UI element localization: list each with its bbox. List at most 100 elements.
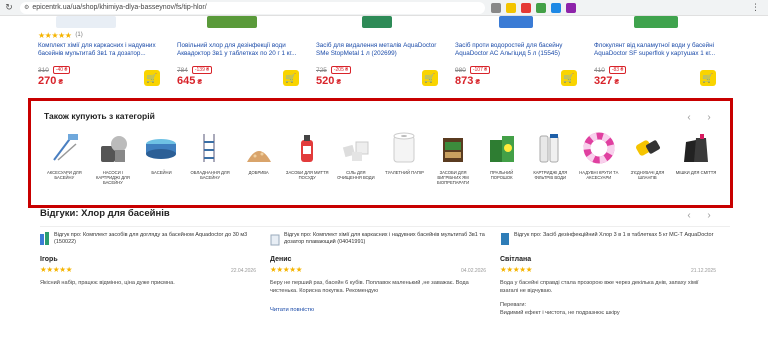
category-item[interactable]: Засоби для вигрібних ям біопрепарати [429,130,478,190]
product-title[interactable]: Засіб проти водоростей для басейну AquaD… [455,42,581,60]
url-text: epicentrk.ua/ua/shop/khimiya-dlya-bassey… [32,4,207,11]
product-title[interactable]: Засіб для видалення металів AquaDoctor S… [316,42,442,60]
discount-badge: -139 ₴ [191,66,213,74]
product-card[interactable]: Засіб проти водоростей для басейну AquaD… [451,16,585,96]
category-item[interactable]: Картриджі для фільтрів води [526,130,575,190]
old-price: 410 [594,66,605,74]
category-item[interactable]: Надувні круги та аксесуари [575,130,624,190]
category-label: Картриджі для фільтрів води [533,170,568,181]
product-carousel: ★★★★★ (1) Комплект хімії для каркасних і … [34,16,730,96]
product-card[interactable]: ★★★★★ (1) Комплект хімії для каркасних і … [34,16,168,96]
product-image[interactable] [594,16,720,30]
category-item[interactable]: Насоси і картриджі для басейну [89,130,138,190]
cart-icon: 🛒 [702,72,714,83]
swim-ring-icon [581,130,617,166]
discount-badge: -205 ₴ [330,66,352,74]
category-item[interactable]: Пральний порошок [477,130,526,190]
product-card[interactable]: Засіб для видалення металів AquaDoctor S… [312,16,446,96]
extension-icon[interactable] [566,2,576,13]
product-title[interactable]: Комплект хімії для каркасних і надувних … [38,42,164,60]
category-label: Сіль для очищення води [337,170,375,181]
product-thumbnail[interactable] [40,232,50,246]
rating-stars [177,30,303,40]
add-to-cart-button[interactable]: 🛒 [422,70,438,86]
review-card: Відгук про: Комплект засобів для догляду… [40,232,270,338]
category-item[interactable]: Добрива [234,130,283,190]
site-info-icon[interactable]: ⚙ [24,4,29,11]
product-image[interactable] [455,16,581,30]
extension-icon[interactable] [551,2,561,13]
review-text: Якісний набір, працює відмінно, ціна дуж… [40,280,175,286]
product-thumbnail[interactable] [500,232,510,246]
carousel-next-button[interactable]: › [703,111,715,123]
pool-accessories-icon [46,130,82,166]
old-price: 725 [316,66,327,74]
dish-soap-icon [289,130,325,166]
cart-icon: 🛒 [563,72,575,83]
extension-icon[interactable] [521,2,531,13]
discount-badge: -40 ₴ [52,66,71,74]
rating-stars [316,30,442,40]
reviewer-name: Денис [270,256,292,263]
review-product-link[interactable]: Відгук про: Комплект хімії для каркасних… [284,232,486,246]
extension-icon[interactable] [536,2,546,13]
water-filter-icon [532,130,568,166]
add-to-cart-button[interactable]: 🛒 [283,70,299,86]
category-item[interactable]: Сіль для очищення води [332,130,381,190]
discount-badge: -107 ₴ [469,66,491,74]
add-to-cart-button[interactable]: 🛒 [561,70,577,86]
product-image[interactable] [38,16,164,30]
review-product-link[interactable]: Відгук про: Засіб дезінфекційний Хлор 3 … [514,232,713,239]
rating-stars [455,30,581,40]
cart-icon: 🛒 [146,72,158,83]
rating-stars [594,30,720,40]
add-to-cart-button[interactable]: 🛒 [700,70,716,86]
review-pros-title: Переваги: [500,302,527,308]
reviews-prev-button[interactable]: ‹ [683,209,695,221]
review-product-link[interactable]: Відгук про: Комплект засобів для догляду… [54,232,256,246]
read-more-link[interactable]: Читати повністю [270,307,486,313]
product-card[interactable]: Флокулянт від каламутної води у басейні … [590,16,724,96]
category-item[interactable]: Туалетний папір [380,130,429,190]
pool-icon [143,130,179,166]
more-menu-icon[interactable]: ⋮ [751,2,760,13]
product-image[interactable] [177,16,303,30]
carousel-prev-button[interactable]: ‹ [683,111,695,123]
review-count[interactable]: (1) [75,32,82,38]
add-to-cart-button[interactable]: 🛒 [144,70,160,86]
reviews-list: Відгук про: Комплект засобів для догляду… [40,232,730,338]
category-label: Надувні круги та аксесуари [579,170,619,181]
category-label: Засоби для вигрібних ям біопрепарати [436,170,470,186]
category-item[interactable]: Басейни [137,130,186,190]
star-icon[interactable] [506,2,516,13]
product-card[interactable]: Повільний хлор для дезінфекції води Аква… [173,16,307,96]
discount-badge: -83 ₴ [608,66,627,74]
review-date: 04.02.2026 [460,268,486,274]
category-item[interactable]: Обладнання для басейну [186,130,235,190]
category-label: Басейни [151,170,172,175]
rating-stars: ★★★★★ [500,265,533,274]
categories-title: Також купують з категорій [44,111,155,121]
review-card: Відгук про: Засіб дезінфекційний Хлор 3 … [500,232,730,338]
category-item[interactable]: З'єднувачі для шлангів [623,130,672,190]
product-image[interactable] [316,16,442,30]
rating-stars: ★★★★★ [270,265,303,274]
category-item[interactable]: Мішки для сміття [672,130,721,190]
category-label: Туалетний папір [385,170,424,175]
category-label: Аксесуари для басейну [46,170,82,181]
reviews-next-button[interactable]: › [703,209,715,221]
extension-icon[interactable] [491,2,501,13]
product-thumbnail[interactable] [270,232,280,246]
address-bar[interactable]: ⚙ epicentrk.ua/ua/shop/khimiya-dlya-bass… [20,1,485,14]
category-item[interactable]: Аксесуари для басейну [40,130,89,190]
rating-stars: ★★★★★ [40,265,73,274]
reload-icon[interactable]: ↻ [0,0,18,16]
category-label: Насоси і картриджі для басейну [95,170,130,186]
salt-icon [338,130,374,166]
reviewer-name: Світлана [500,256,532,263]
reviewer-name: Ігорь [40,256,58,263]
review-text: Вода у басейні справді стала прозорою вж… [500,280,699,294]
product-title[interactable]: Повільний хлор для дезінфекції води Аква… [177,42,303,60]
category-item[interactable]: Засоби для миття посуду [283,130,332,190]
product-title[interactable]: Флокулянт від каламутної води у басейні … [594,42,720,60]
